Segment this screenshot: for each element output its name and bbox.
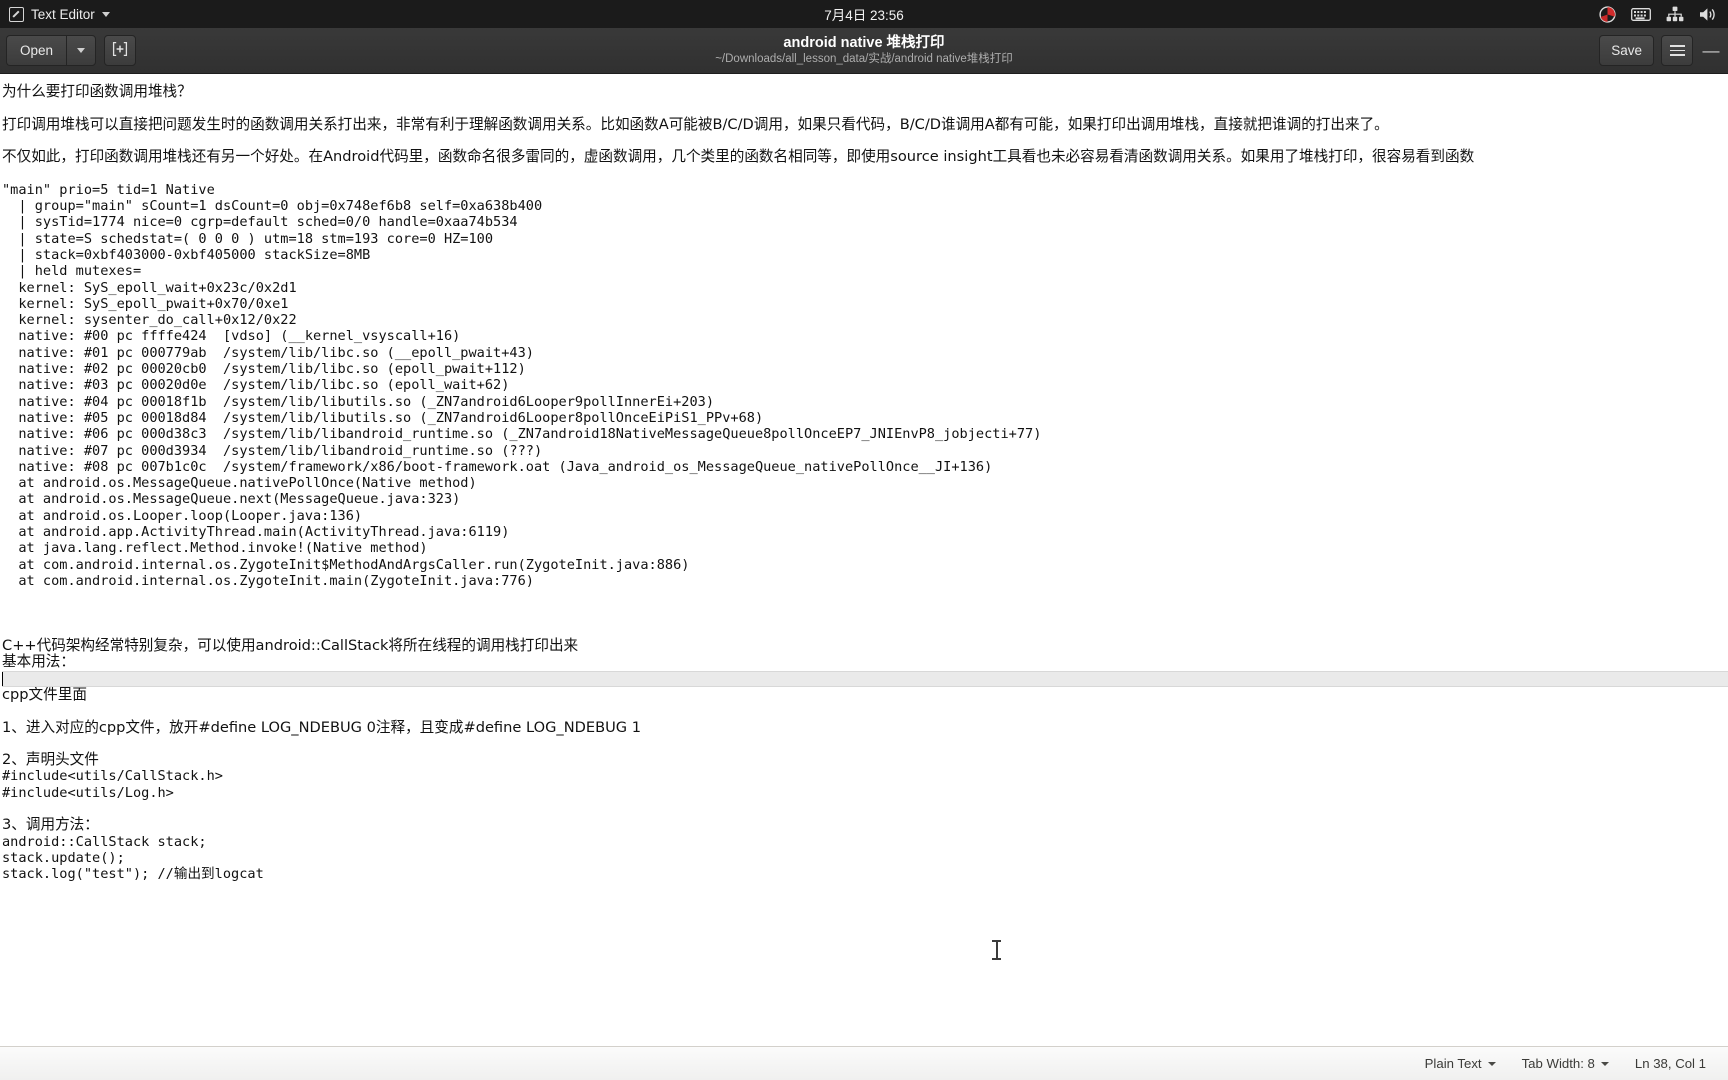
document-line: | held mutexes=: [2, 263, 142, 280]
cursor-position-label: Ln 38, Col 1: [1634, 1056, 1706, 1071]
keyboard-icon[interactable]: [1631, 7, 1651, 21]
headerbar-left-controls: Open: [6, 35, 137, 66]
document-line: #include<utils/CallStack.h>: [2, 768, 223, 785]
document-line: at android.app.ActivityThread.main(Activ…: [2, 524, 510, 541]
open-button[interactable]: Open: [6, 35, 67, 66]
document-line: | sysTid=1774 nice=0 cgrp=default sched=…: [2, 214, 518, 231]
open-button-group: Open: [6, 35, 97, 66]
chevron-down-icon[interactable]: [101, 11, 110, 17]
headerbar-right-controls: Save —: [1599, 35, 1722, 66]
document-line: native: #02 pc 00020cb0 /system/lib/libc…: [2, 361, 526, 378]
language-label: Plain Text: [1424, 1056, 1482, 1071]
panel-tray: [1599, 5, 1728, 23]
new-document-icon: [112, 41, 128, 60]
chevron-down-icon: [1600, 1061, 1609, 1066]
chevron-down-icon: [1487, 1061, 1496, 1066]
tab-width-selector[interactable]: Tab Width: 8: [1522, 1056, 1609, 1071]
window-title: android native 堆栈打印: [783, 35, 945, 51]
document-lines: 为什么要打印函数调用堆栈？ 打印调用堆栈可以直接把问题发生时的函数调用关系打出来，…: [0, 74, 1728, 883]
document-line: kernel: SyS_epoll_pwait+0x70/0xe1: [2, 295, 289, 312]
document-line: stack.update();: [2, 849, 125, 866]
main-menu-button[interactable]: [1661, 35, 1693, 66]
app-headerbar: Open android native 堆栈打印 ~/Downloads/all…: [0, 28, 1728, 74]
document-line: | stack=0xbf403000-0xbf405000 stackSize=…: [2, 246, 371, 263]
document-line: native: #03 pc 00020d0e /system/lib/libc…: [2, 377, 510, 394]
document-line: at android.os.MessageQueue.nativePollOnc…: [2, 475, 477, 492]
document-line: 不仅如此，打印函数调用堆栈还有另一个好处。在Android代码里，函数命名很多雷…: [2, 148, 1475, 166]
document-line: at android.os.MessageQueue.next(MessageQ…: [2, 491, 461, 508]
recording-indicator-icon[interactable]: [1599, 5, 1616, 23]
language-selector[interactable]: Plain Text: [1425, 1056, 1496, 1071]
document-line: native: #05 pc 00018d84 /system/lib/libu…: [2, 409, 764, 426]
document-line: 打印调用堆栈可以直接把问题发生时的函数调用关系打出来，非常有利于理解函数调用关系…: [2, 115, 1389, 133]
panel-clock: 7月4日 23:56: [0, 4, 1728, 24]
document-current-line: [2, 670, 1728, 687]
document-line: "main" prio=5 tid=1 Native: [2, 181, 215, 198]
new-document-button[interactable]: [104, 35, 137, 66]
minimize-button[interactable]: —: [1700, 41, 1722, 61]
document-line: 3、调用方法：: [2, 816, 99, 834]
panel-app-menu[interactable]: Text Editor: [0, 6, 110, 22]
hamburger-menu-icon: [1669, 44, 1685, 57]
document-line: 1、进入对应的cpp文件，放开#define LOG_NDEBUG 0注释，且变…: [2, 718, 641, 736]
tab-width-label: Tab Width: 8: [1521, 1056, 1595, 1071]
document-line: native: #01 pc 000779ab /system/lib/libc…: [2, 344, 534, 361]
document-line: 为什么要打印函数调用堆栈？: [2, 83, 192, 100]
document-line: at android.os.Looper.loop(Looper.java:13…: [2, 507, 363, 524]
save-button[interactable]: Save: [1599, 35, 1654, 66]
document-line: android::CallStack stack;: [2, 833, 207, 850]
document-line: C++代码架构经常特别复杂，可以使用android::CallStack将所在线…: [2, 637, 579, 655]
document-line: native: #07 pc 000d3934 /system/lib/liba…: [2, 442, 543, 459]
text-cursor-icon: [992, 940, 1001, 960]
document-line: 2、声明头文件: [2, 751, 99, 769]
document-line: at com.android.internal.os.ZygoteInit.ma…: [2, 572, 534, 589]
clock-label[interactable]: 7月4日 23:56: [824, 8, 904, 23]
document-line: 基本用法：: [2, 653, 75, 671]
text-caret: [2, 671, 3, 686]
headerbar-title-block: android native 堆栈打印 ~/Downloads/all_less…: [0, 34, 1728, 67]
network-icon[interactable]: [1666, 6, 1684, 22]
document-line: | group="main" sCount=1 dsCount=0 obj=0x…: [2, 198, 543, 215]
document-line: #include<utils/Log.h>: [2, 784, 174, 801]
document-line: kernel: SyS_epoll_wait+0x23c/0x2d1: [2, 279, 297, 296]
cursor-position: Ln 38, Col 1: [1635, 1056, 1706, 1071]
document-line: at com.android.internal.os.ZygoteInit$Me…: [2, 556, 690, 573]
status-bar: Plain Text Tab Width: 8 Ln 38, Col 1: [0, 1046, 1728, 1080]
document-line: native: #04 pc 00018f1b /system/lib/libu…: [2, 393, 715, 410]
text-editor-document[interactable]: 为什么要打印函数调用堆栈？ 打印调用堆栈可以直接把问题发生时的函数调用关系打出来，…: [0, 74, 1728, 1046]
chevron-down-icon: [77, 48, 86, 53]
document-line: stack.log("test"); //输出到logcat: [2, 866, 264, 883]
document-line: cpp文件里面: [2, 685, 87, 703]
volume-icon[interactable]: [1699, 7, 1718, 22]
document-line: native: #06 pc 000d38c3 /system/lib/liba…: [2, 426, 1042, 443]
gnome-top-panel: Text Editor 7月4日 23:56: [0, 0, 1728, 28]
text-editor-icon: [9, 6, 24, 22]
panel-app-name: Text Editor: [31, 6, 95, 22]
open-dropdown-button[interactable]: [66, 35, 97, 66]
document-line: native: #08 pc 007b1c0c /system/framewor…: [2, 458, 993, 475]
window-subtitle-path: ~/Downloads/all_lesson_data/实战/android n…: [715, 53, 1013, 65]
document-line: native: #00 pc ffffe424 [vdso] (__kernel…: [2, 328, 461, 345]
document-line: | state=S schedstat=( 0 0 0 ) utm=18 stm…: [2, 230, 494, 247]
document-line: kernel: sysenter_do_call+0x12/0x22: [2, 312, 297, 329]
document-line: at java.lang.reflect.Method.invoke!(Nati…: [2, 540, 428, 557]
